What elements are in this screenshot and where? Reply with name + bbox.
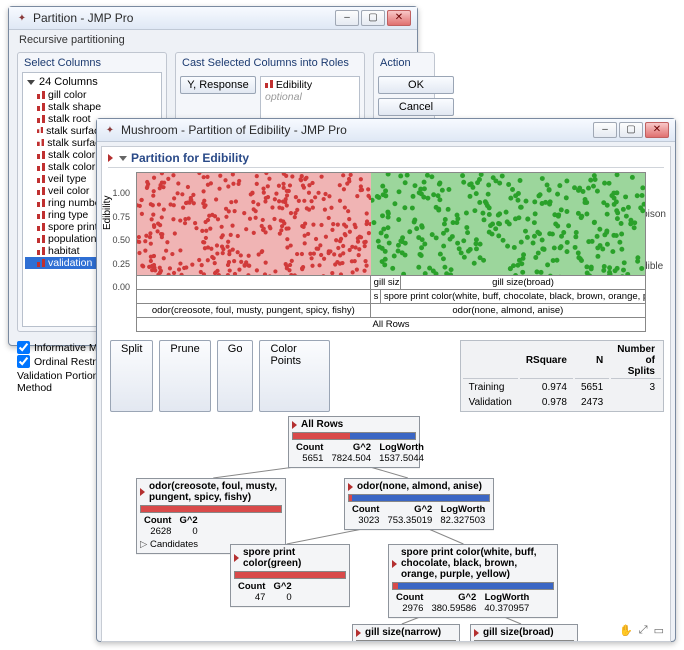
decision-tree: All RowsCountG^2LogWorth56517824.5041537… — [108, 416, 664, 642]
minimize-button[interactable]: – — [335, 10, 359, 26]
tree-node-spore-other[interactable]: spore print color(white, buff, chocolate… — [388, 544, 558, 618]
y-axis-label: Edibility — [102, 196, 113, 230]
report-body: Partition for Edibility 1.00 0.75 0.50 0… — [101, 146, 671, 642]
cancel-button[interactable]: Cancel — [378, 98, 454, 116]
titlebar[interactable]: ✦ Partition - JMP Pro – ▢ ✕ — [9, 7, 417, 30]
partition-report-window: ✦ Mushroom - Partition of Edibility - JM… — [96, 118, 676, 642]
tree-node-spore-green[interactable]: spore print color(green)CountG^2470 — [230, 544, 350, 607]
minimize-button[interactable]: – — [593, 122, 617, 138]
tree-node-odor-good[interactable]: odor(none, almond, anise)CountG^2LogWort… — [344, 478, 494, 530]
window-title: Mushroom - Partition of Edibility - JMP … — [121, 123, 589, 137]
report-footer-icons: ✋ ⤢ ▭ — [619, 624, 664, 637]
x-axis-partition-structure: gill sizgill size(broad) sspore print co… — [136, 276, 646, 332]
close-button[interactable]: ✕ — [645, 122, 669, 138]
action-label: Action — [378, 57, 430, 72]
validation-portion-label: Validation Portion — [17, 370, 99, 382]
maximize-button[interactable]: ▢ — [361, 10, 385, 26]
column-item[interactable]: stalk shape — [25, 101, 159, 113]
method-label: Method — [17, 382, 52, 394]
red-triangle-menu-icon[interactable] — [108, 154, 113, 162]
tree-node-gill-narrow[interactable]: gill size(narrow)CountG^2243200.33766Can… — [352, 624, 460, 642]
close-button[interactable]: ✕ — [387, 10, 411, 26]
partition-mosaic-plot[interactable] — [136, 172, 646, 276]
disclosure-triangle-icon[interactable] — [27, 80, 35, 85]
nominal-icon — [265, 80, 273, 88]
window-title: Partition - JMP Pro — [33, 11, 331, 25]
tree-button-row: Split Prune Go Color Points RSquareNNumb… — [110, 340, 664, 412]
color-points-button[interactable]: Color Points — [259, 340, 329, 412]
select-columns-label: Select Columns — [22, 57, 162, 72]
tree-node-gill-broad[interactable]: gill size(broad)CountG^227330Candidates — [470, 624, 578, 642]
y-response-button[interactable]: Y, Response — [180, 76, 256, 94]
maximize-button[interactable]: ▢ — [619, 122, 643, 138]
columns-count: 24 Columns — [39, 76, 98, 88]
titlebar[interactable]: ✦ Mushroom - Partition of Edibility - JM… — [97, 119, 675, 142]
dialog-subtitle: Recursive partitioning — [9, 30, 417, 46]
tree-node-all-rows[interactable]: All RowsCountG^2LogWorth56517824.5041537… — [288, 416, 420, 468]
disclosure-triangle-icon[interactable] — [119, 156, 127, 161]
jmp-app-icon: ✦ — [15, 11, 29, 25]
column-item[interactable]: gill color — [25, 89, 159, 101]
resize-icon[interactable]: ⤢ — [639, 624, 648, 637]
tree-node-odor-bad[interactable]: odor(creosote, foul, musty, pungent, spi… — [136, 478, 286, 554]
ok-button[interactable]: OK — [378, 76, 454, 94]
jmp-app-icon: ✦ — [103, 123, 117, 137]
y-value: Edibility — [276, 79, 312, 91]
y-response-box[interactable]: Edibility optional — [260, 76, 360, 122]
report-title: Partition for Edibility — [131, 151, 249, 165]
split-button[interactable]: Split — [110, 340, 153, 412]
prune-button[interactable]: Prune — [159, 340, 210, 412]
y-optional: optional — [265, 91, 355, 103]
cast-roles-label: Cast Selected Columns into Roles — [180, 57, 360, 72]
options-icon[interactable]: ▭ — [654, 624, 664, 637]
hand-tool-icon[interactable]: ✋ — [619, 624, 633, 637]
fit-stats-table: RSquareNNumber of Splits Training0.97456… — [460, 340, 664, 412]
go-button[interactable]: Go — [217, 340, 254, 412]
